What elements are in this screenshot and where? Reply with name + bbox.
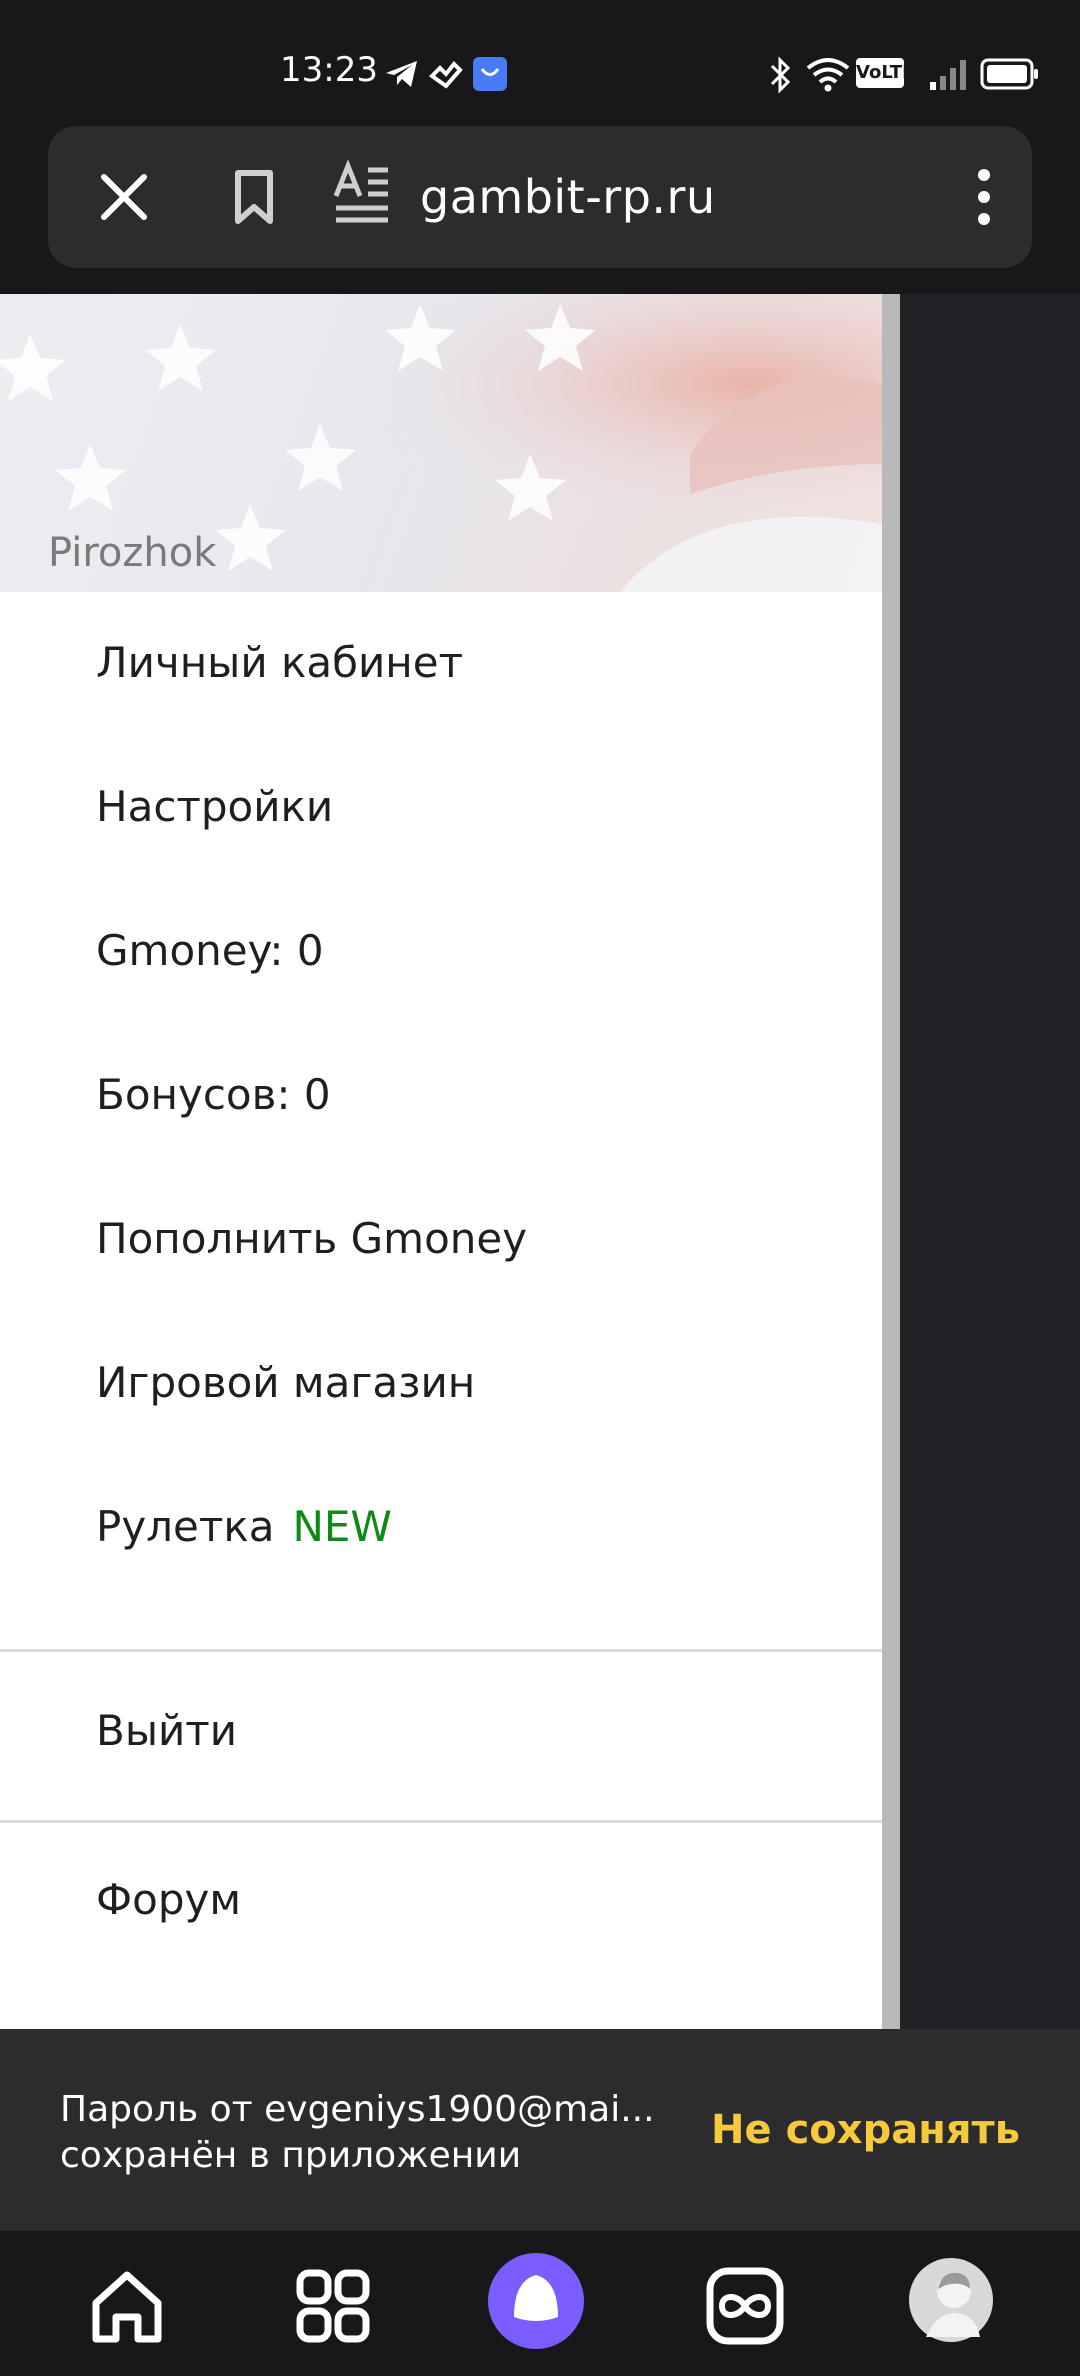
- menu-item-label: Рулетка: [96, 1502, 275, 1551]
- menu-item-roulette[interactable]: Рулетка NEW: [0, 1456, 882, 1600]
- dont-save-button[interactable]: Не сохранять: [711, 2107, 1020, 2153]
- web-page: Pirozhok Личный кабинет Настройки Gmoney…: [0, 294, 1080, 2029]
- bottom-navigation: [0, 2231, 1080, 2376]
- drawer-header: Pirozhok: [0, 294, 882, 592]
- menu-item-label: Бонусов: 0: [96, 1070, 331, 1119]
- menu-item-label: Игровой магазин: [96, 1358, 476, 1407]
- menu-item-settings[interactable]: Настройки: [0, 736, 882, 880]
- menu-item-label: Форум: [96, 1875, 242, 1924]
- menu-item-game-shop[interactable]: Игровой магазин: [0, 1312, 882, 1456]
- reader-mode-icon[interactable]: [330, 156, 410, 236]
- more-menu-icon[interactable]: [948, 161, 1020, 233]
- menu-item-gmoney-balance[interactable]: Gmoney: 0: [0, 880, 882, 1024]
- drawer-scrollbar[interactable]: [882, 294, 900, 2029]
- status-bar: 13:23 VoLTE: [0, 0, 1080, 120]
- menu-item-account[interactable]: Личный кабинет: [0, 592, 882, 736]
- username: Pirozhok: [48, 530, 217, 576]
- menu-item-topup-gmoney[interactable]: Пополнить Gmoney: [0, 1168, 882, 1312]
- bluetooth-icon: [770, 56, 791, 94]
- battery-icon: [980, 58, 1038, 90]
- store-icon: [473, 57, 507, 91]
- toast-message: Пароль от evgeniys1900@mai... сохранён в…: [60, 2087, 655, 2179]
- toast-line-2: сохранён в приложении: [60, 2135, 522, 2176]
- app-icon: [428, 61, 463, 89]
- browser-toolbar: gambit-rp.ru: [0, 120, 1080, 294]
- url-text[interactable]: gambit-rp.ru: [420, 170, 716, 224]
- menu-item-label-wrap: Рулетка NEW: [96, 1502, 392, 1551]
- menu-item-label: Gmoney: 0: [96, 926, 324, 975]
- status-time: 13:23: [280, 50, 378, 90]
- volte-icon: VoLTE: [856, 58, 914, 88]
- menu-item-label: Пополнить Gmoney: [96, 1214, 528, 1263]
- infinity-feed-icon[interactable]: [700, 2261, 790, 2351]
- side-drawer: Pirozhok Личный кабинет Настройки Gmoney…: [0, 294, 882, 2029]
- password-saved-toast: Пароль от evgeniys1900@mai... сохранён в…: [0, 2029, 1080, 2231]
- alice-assistant-icon[interactable]: [486, 2251, 586, 2351]
- home-icon[interactable]: [82, 2261, 172, 2351]
- wifi-icon: [806, 58, 850, 92]
- tabs-grid-icon[interactable]: [288, 2261, 378, 2351]
- menu-item-label: Выйти: [96, 1706, 238, 1755]
- profile-avatar-icon[interactable]: [906, 2255, 996, 2345]
- close-icon[interactable]: [88, 161, 160, 233]
- menu-item-bonuses[interactable]: Бонусов: 0: [0, 1024, 882, 1168]
- telegram-icon: [386, 61, 417, 87]
- menu-item-label: Личный кабинет: [96, 638, 464, 687]
- menu-item-logout[interactable]: Выйти: [0, 1652, 882, 1822]
- bookmark-icon[interactable]: [218, 161, 290, 233]
- signal-icon: [930, 60, 966, 90]
- new-badge: NEW: [292, 1502, 392, 1551]
- address-bar[interactable]: gambit-rp.ru: [48, 126, 1032, 268]
- toast-line-1: Пароль от evgeniys1900@mai...: [60, 2089, 655, 2130]
- menu-item-label: Настройки: [96, 782, 334, 831]
- menu-item-forum[interactable]: Форум: [0, 1823, 882, 1967]
